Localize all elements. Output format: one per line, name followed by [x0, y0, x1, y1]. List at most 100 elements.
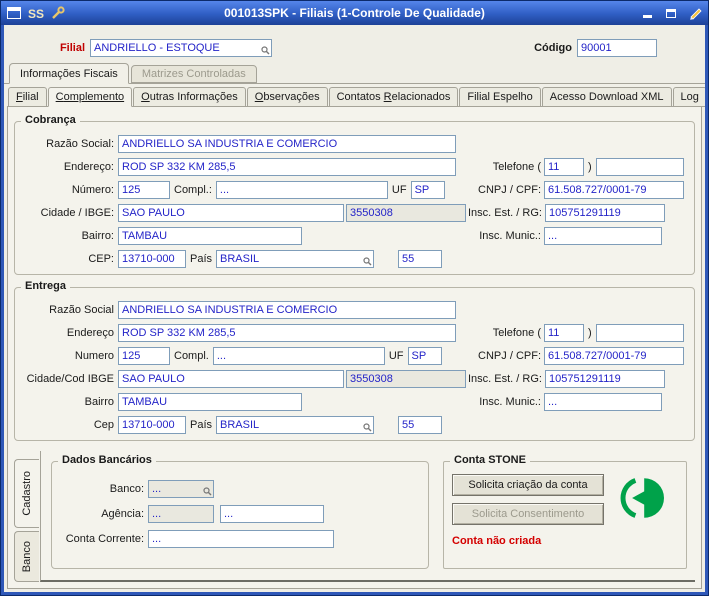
bairro-label: Bairro:	[81, 229, 114, 242]
tab-log[interactable]: Log	[672, 87, 705, 107]
banco-label: Banco:	[109, 482, 144, 495]
window-title: 001013SPK - Filiais (1-Controle De Quali…	[224, 6, 485, 20]
agencia-conta-field[interactable]: ...	[220, 504, 324, 523]
cnpj-field[interactable]: 61.508.727/0001-79	[544, 180, 684, 199]
dados-bancarios-section: Dados Bancários Banco: ... Agência: ... …	[51, 454, 429, 569]
telefone-numero-field[interactable]	[595, 323, 684, 342]
razao-social-field[interactable]: ANDRIELLO SA INDUSTRIA E COMERCIO	[118, 300, 456, 319]
side-tab-bar: Cadastro Banco	[14, 451, 40, 582]
edit-button[interactable]	[688, 6, 702, 20]
cnpj-field[interactable]: 61.508.727/0001-79	[544, 346, 684, 365]
razao-social-label: Razão Social	[49, 303, 114, 316]
header-row: Filial ANDRIELLO - ESTOQUE Código 90001	[4, 25, 705, 63]
app-window: SS 001013SPK - Filiais (1-Controle De Qu…	[0, 0, 709, 596]
insc-municipal-field[interactable]: ...	[544, 226, 662, 245]
cep-label: CEP:	[88, 252, 114, 265]
cep-label: Cep	[93, 418, 114, 431]
svg-text:SS: SS	[28, 7, 44, 20]
bairro-field[interactable]: TAMBAU	[118, 392, 302, 411]
pais-field[interactable]: BRASIL	[216, 415, 375, 434]
telefone-ddd-field[interactable]: 11	[544, 323, 584, 342]
numero-label: Número:	[71, 183, 114, 196]
cidade-field[interactable]: SAO PAULO	[118, 203, 344, 222]
top-tab-bar: Informações Fiscais Matrizes Controladas	[4, 63, 705, 84]
conta-corrente-field[interactable]: ...	[148, 529, 334, 548]
stone-logo-icon	[620, 478, 664, 518]
cep-field[interactable]: 13710-000	[118, 415, 186, 434]
tab-acesso-download-xml[interactable]: Acesso Download XML	[541, 87, 672, 107]
cidade-label: Cidade / IBGE:	[40, 206, 114, 219]
compl-label: Compl.:	[174, 183, 212, 196]
entrega-section: Entrega Razão Social ANDRIELLO SA INDUST…	[14, 280, 695, 441]
filial-field[interactable]: ANDRIELLO - ESTOQUE	[90, 39, 272, 57]
wrench-icon	[52, 6, 65, 19]
ddi-field[interactable]: 55	[398, 415, 443, 434]
bairro-label: Bairro	[84, 395, 114, 408]
cep-field[interactable]: 13710-000	[118, 249, 186, 268]
dados-bancarios-title: Dados Bancários	[58, 454, 156, 466]
lookup-magnifier-icon[interactable]	[261, 46, 270, 55]
numero-field[interactable]: 125	[118, 346, 170, 365]
endereco-field[interactable]: ROD SP 332 KM 285,5	[118, 157, 456, 176]
tab-contatos-relacionados[interactable]: Contatos Relacionados	[328, 87, 459, 107]
endereco-label: Endereço:	[63, 160, 114, 173]
endereco-field[interactable]: ROD SP 332 KM 285,5	[118, 323, 456, 342]
telefone-numero-field[interactable]	[595, 157, 684, 176]
bairro-field[interactable]: TAMBAU	[118, 226, 302, 245]
uf-field[interactable]: SP	[407, 346, 442, 365]
maximize-button[interactable]	[664, 6, 678, 20]
endereco-label: Endereço	[66, 326, 114, 339]
lookup-magnifier-icon[interactable]	[363, 422, 372, 432]
complemento-panel: Cobrança Razão Social: ANDRIELLO SA INDU…	[7, 106, 702, 589]
titlebar[interactable]: SS 001013SPK - Filiais (1-Controle De Qu…	[1, 1, 708, 25]
compl-field[interactable]: ...	[215, 180, 388, 199]
window-body: Filial ANDRIELLO - ESTOQUE Código 90001 …	[4, 25, 705, 592]
tab-matrizes-controladas: Matrizes Controladas	[130, 65, 257, 83]
side-tab-banco[interactable]: Banco	[14, 530, 39, 582]
pais-label: País	[190, 418, 213, 431]
ibge-field: 3550308	[346, 203, 466, 222]
codigo-field[interactable]: 90001	[577, 39, 657, 57]
stone-status-text: Conta não criada	[452, 535, 542, 547]
insc-estadual-field[interactable]: 105751291119	[544, 203, 665, 222]
minimize-icon	[642, 14, 652, 18]
numero-field[interactable]: 125	[118, 180, 170, 199]
tab-outras-informacoes[interactable]: Outras Informações	[133, 87, 246, 107]
cidade-field[interactable]: SAO PAULO	[118, 369, 344, 388]
cobranca-title: Cobrança	[21, 114, 80, 126]
ddi-field[interactable]: 55	[398, 249, 443, 268]
lookup-magnifier-icon[interactable]	[363, 256, 372, 266]
telefone-ddd-field[interactable]: 11	[544, 157, 584, 176]
uf-field[interactable]: SP	[410, 180, 445, 199]
insc-estadual-field[interactable]: 105751291119	[544, 369, 665, 388]
entrega-title: Entrega	[21, 280, 70, 292]
tab-complemento[interactable]: Complemento	[47, 87, 133, 107]
compl-field[interactable]: ...	[212, 346, 385, 365]
insc-municipal-label: Insc. Munic.:	[479, 229, 541, 242]
razao-social-label: Razão Social:	[46, 137, 114, 150]
side-tab-cadastro[interactable]: Cadastro	[14, 459, 39, 528]
tab-informacoes-fiscais[interactable]: Informações Fiscais	[9, 63, 129, 84]
minimize-button[interactable]	[640, 6, 654, 20]
conta-corrente-label: Conta Corrente:	[65, 532, 144, 545]
numero-label: Numero	[74, 349, 114, 362]
pais-field[interactable]: BRASIL	[216, 249, 375, 268]
tab-observacoes[interactable]: Observações	[246, 87, 328, 107]
insc-municipal-field[interactable]: ...	[544, 392, 662, 411]
razao-social-field[interactable]: ANDRIELLO SA INDUSTRIA E COMERCIO	[118, 134, 456, 153]
tab-filial[interactable]: Filial	[8, 87, 47, 107]
uf-label: UF	[391, 183, 407, 196]
cidade-label: Cidade/Cod IBGE	[26, 372, 114, 385]
sub-tab-bar: Filial Complemento Outras Informações Ob…	[4, 83, 705, 107]
solicita-criacao-button[interactable]: Solicita criação da conta	[452, 474, 604, 496]
lookup-magnifier-icon[interactable]	[203, 486, 212, 496]
tab-filial-espelho[interactable]: Filial Espelho	[459, 87, 541, 107]
agencia-field[interactable]: ...	[148, 504, 214, 523]
pais-label: País	[190, 252, 213, 265]
banco-field[interactable]: ...	[148, 479, 214, 498]
insc-estadual-label: Insc. Est. / RG:	[468, 372, 542, 385]
uf-label: UF	[388, 349, 404, 362]
titlebar-icons: SS	[7, 6, 65, 20]
telefone-label: Telefone (	[492, 326, 541, 339]
bottom-section: Cadastro Banco Dados Bancários Banco: ..…	[14, 451, 695, 582]
